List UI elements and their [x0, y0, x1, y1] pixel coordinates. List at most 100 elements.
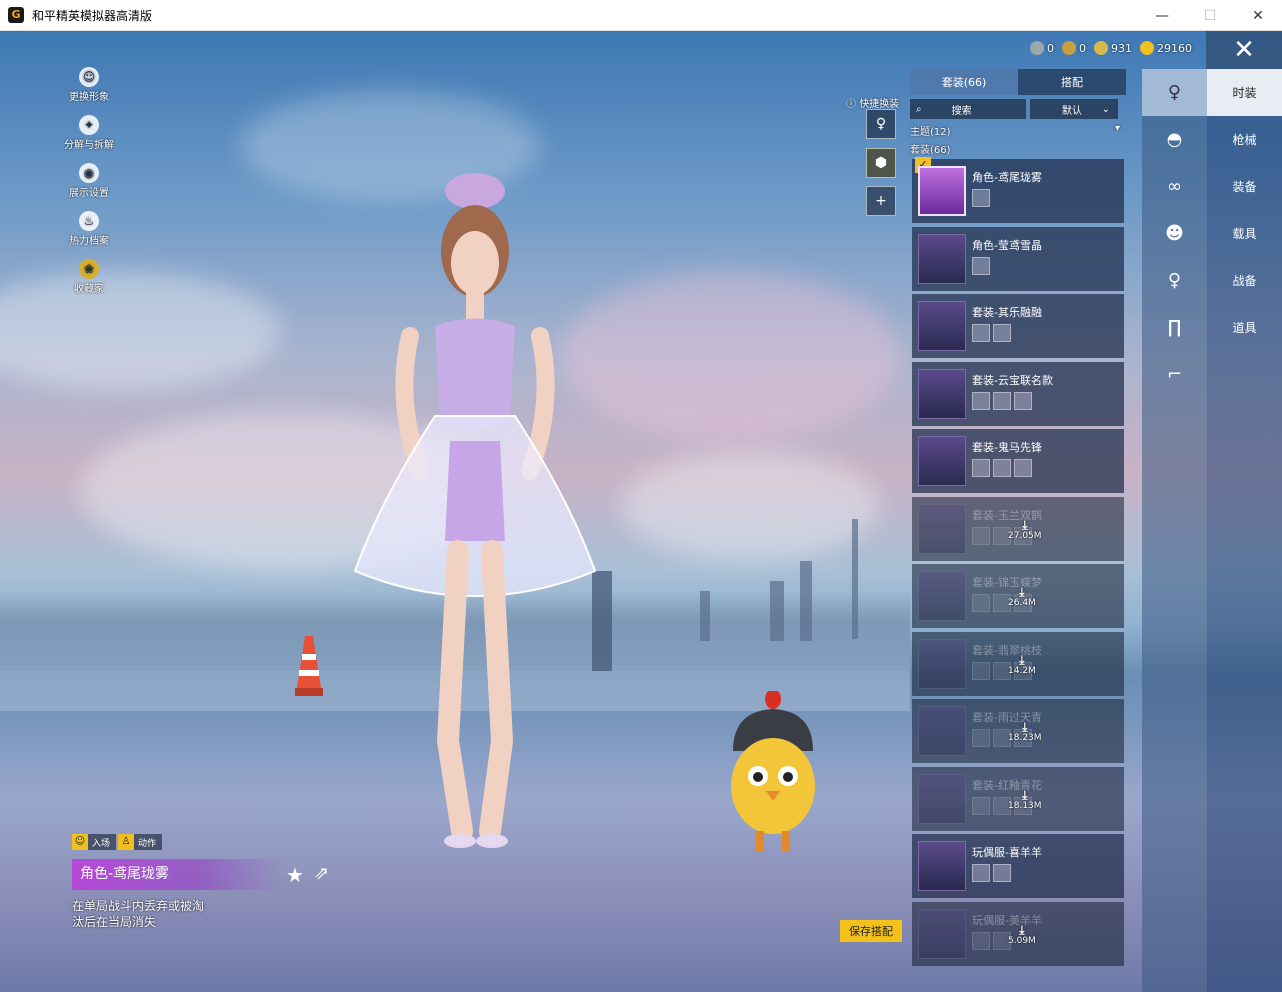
sort-select[interactable]: 默认 ⌄ [1030, 99, 1118, 119]
chick-pet [731, 691, 815, 851]
theme-filter[interactable]: 主题(12) ▾ [910, 123, 1126, 138]
chevron-down-icon: ⌄ [1101, 103, 1110, 115]
category-shoes[interactable]: ⌐ [1142, 351, 1207, 398]
menu-decompose[interactable]: ✦ 分解与拆解 [60, 115, 118, 151]
list-item[interactable]: 套装-翡翠桃枝 ⤓ 14.2M [912, 631, 1124, 696]
search-icon: ⌕ [916, 103, 922, 115]
save-outfit-button[interactable]: 保存搭配 [840, 920, 902, 942]
download-badge[interactable]: ⤓ 5.09M [1008, 924, 1036, 946]
list-item[interactable]: 套装-红釉青花 ⤓ 18.13M [912, 766, 1124, 831]
item-name: 玩偶服-喜羊羊 [972, 846, 1042, 859]
sub-item-icon [972, 729, 990, 747]
item-thumbnail [918, 773, 966, 824]
download-badge[interactable]: ⤓ 27.05M [1008, 519, 1042, 541]
outfit-panel: 套装(66) 搭配 ⌕ 搜索 默认 ⌄ 主题(12) ▾ 套装(66) ✓ 角色-鸢尾珑… [910, 69, 1126, 992]
list-item[interactable]: 套装-鬼马先锋 [912, 429, 1124, 493]
window-title: 和平精英模拟器高清版 [32, 8, 153, 23]
game-scene: 0 0 931 29160 ✕ ☺ 更换形象 ✦ 分解与拆解 ◉ 展示设置 ♨ 热力档案… [0, 31, 1282, 992]
sub-item-icon [972, 324, 990, 342]
person-icon: ♙ [118, 834, 135, 850]
category-mask[interactable]: ☻ [1142, 210, 1207, 257]
person-icon: ♀ [1167, 82, 1182, 103]
quick-slot-emblem[interactable]: ⬢ [866, 148, 896, 178]
category-goggles[interactable]: ∞ [1142, 163, 1207, 210]
download-badge[interactable]: ⤓ 18.23M [1008, 721, 1042, 743]
category-pants[interactable]: ∏ [1142, 304, 1207, 351]
item-thumbnail [918, 571, 966, 621]
category-strip: ♀ ◓ ∞ ☻ ♀ ∏ ⌐ [1142, 69, 1207, 992]
menu-change-avatar[interactable]: ☺ 更换形象 [60, 67, 118, 103]
tag-entrance[interactable]: ☺ 入场 [72, 834, 117, 850]
item-list: ✓ 角色-鸢尾珑雾角色-莹鸢雪晶套装-其乐融融 套装-云宝联名款 套装-鬼马先锋 套装-… [912, 157, 1124, 969]
close-window-button[interactable]: ✕ [1234, 0, 1282, 31]
coin-gray-icon [1030, 41, 1044, 55]
collection-icon: ❀ [79, 259, 99, 279]
search-input[interactable]: ⌕ 搜索 [910, 99, 1026, 119]
category-person[interactable]: ♀ [1142, 69, 1207, 116]
close-icon[interactable]: ✕ [1206, 31, 1282, 69]
flame-icon: ♨ [79, 211, 99, 231]
item-thumbnail [918, 841, 966, 891]
figure-icon: ♀ [875, 116, 887, 132]
item-thumbnail [918, 368, 966, 419]
coin-gold-icon [1140, 41, 1154, 55]
maximize-button[interactable]: ☐ [1186, 0, 1234, 31]
list-item[interactable]: ✓ 角色-鸢尾珑雾 [912, 157, 1124, 223]
item-sub-icons [972, 931, 1011, 950]
menu-display-settings[interactable]: ◉ 展示设置 [60, 163, 118, 199]
tag-emote[interactable]: ♙ 动作 [118, 834, 163, 850]
category-cap[interactable]: ◓ [1142, 116, 1207, 163]
download-icon: ⤓ [1019, 652, 1025, 667]
list-item[interactable]: 套装-锦玉蝶梦 ⤓ 26.4M [912, 564, 1124, 628]
traffic-cone [295, 636, 323, 696]
nav-item[interactable]: 装备 [1207, 163, 1282, 210]
list-item[interactable]: 套装-其乐融融 [912, 294, 1124, 358]
sub-item-icon [972, 864, 990, 882]
nav-item[interactable]: 道具 [1207, 304, 1282, 351]
tab-match[interactable]: 搭配 [1018, 69, 1126, 95]
item-thumbnail [918, 908, 966, 959]
quick-slot-outfit[interactable]: ♀ [866, 109, 896, 139]
sub-item-icon [972, 526, 990, 545]
dropdown-arrow-icon: ▾ [1114, 123, 1120, 134]
quick-slot-add[interactable]: + [866, 186, 896, 216]
download-badge[interactable]: ⤓ 18.13M [1008, 789, 1042, 811]
sub-item-icon [993, 391, 1011, 410]
nav-item[interactable]: 战备 [1207, 257, 1282, 304]
cap-icon: ◓ [1166, 129, 1183, 150]
nav-item[interactable]: 枪械 [1207, 116, 1282, 163]
sub-item-icon [972, 256, 990, 275]
sub-item-icon [972, 661, 990, 680]
share-icon[interactable]: ⇗ [314, 863, 329, 884]
nav-item[interactable]: 时装 [1207, 69, 1282, 116]
currency-2: 931 [1094, 41, 1132, 55]
plus-icon: + [875, 193, 887, 209]
item-sub-icons [972, 459, 1032, 477]
download-badge[interactable]: ⤓ 14.2M [1008, 654, 1036, 676]
download-badge[interactable]: ⤓ 26.4M [1008, 586, 1036, 608]
item-name: 角色-鸢尾珑雾 [972, 171, 1042, 184]
tab-suits[interactable]: 套装(66) [910, 69, 1018, 95]
category-figure[interactable]: ♀ [1142, 257, 1207, 304]
main-nav: 时装 枪械 装备 载具 战备 道具 [1207, 69, 1282, 992]
menu-collector[interactable]: ❀ 收藏家 [60, 259, 118, 295]
quick-swap-label[interactable]: ⓘ 快捷换装 [846, 95, 899, 110]
eye-icon: ◉ [79, 163, 99, 183]
minimize-button[interactable]: — [1138, 0, 1186, 31]
list-item[interactable]: 套装-玉兰双鹊 ⤓ 27.05M [912, 496, 1124, 561]
list-item[interactable]: 角色-莹鸢雪晶 [912, 226, 1124, 291]
list-item[interactable]: 玩偶服-喜羊羊 [912, 834, 1124, 898]
item-thumbnail [918, 301, 966, 351]
item-name: 角色-莹鸢雪晶 [972, 238, 1042, 252]
list-item[interactable]: 套装-雨过天青 ⤓ 18.23M [912, 699, 1124, 763]
item-sub-icons [972, 189, 990, 207]
star-icon[interactable]: ★ [286, 863, 304, 887]
list-item[interactable]: 玩偶服-美羊羊 ⤓ 5.09M [912, 901, 1124, 966]
list-item[interactable]: 套装-云宝联名款 [912, 361, 1124, 426]
menu-heat-archive[interactable]: ♨ 热力档案 [60, 211, 118, 247]
sub-item-icon [1014, 459, 1032, 477]
sub-item-icon [972, 931, 990, 950]
nav-item[interactable]: 载具 [1207, 210, 1282, 257]
item-thumbnail [918, 233, 966, 284]
item-sub-icons [972, 864, 1011, 882]
